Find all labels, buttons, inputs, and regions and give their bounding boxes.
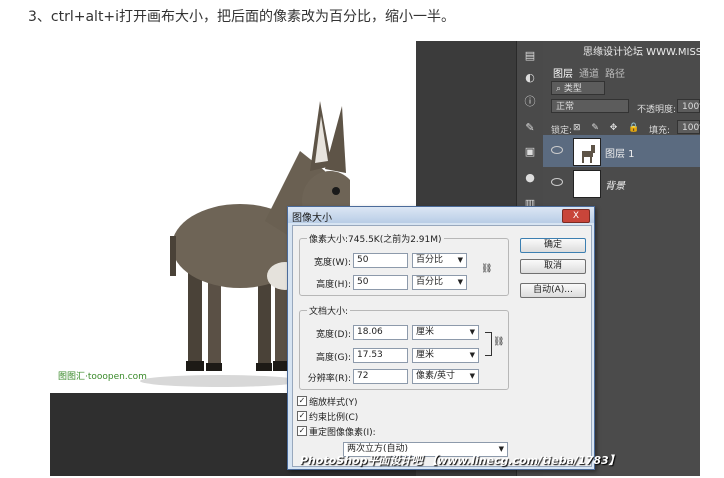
info-icon[interactable]: ⓘ [522,95,538,109]
chevron-down-icon: ▼ [457,256,463,264]
constrain-bracket [485,332,492,356]
blend-mode-select[interactable]: 正常 [551,99,629,113]
layer-name: 背景 [605,181,625,192]
pixel-dimensions-label: 像素大小:745.5K(之前为2.91M) [307,232,444,245]
auto-button[interactable]: 自动(A)... [520,283,586,298]
resample-checkbox[interactable]: ✓ [297,426,307,436]
layer-thumbnail [573,138,601,166]
resolution-input[interactable]: 72 [353,369,408,384]
donkey-thumbnail-icon [582,145,595,163]
chevron-down-icon: ▼ [457,278,463,286]
dialog-title: 图像大小 [292,213,332,224]
chevron-down-icon: ▼ [469,328,475,336]
dialog-titlebar[interactable]: 图像大小 X [288,207,594,224]
resolution-unit-select[interactable]: 像素/英寸 ▼ [412,369,479,384]
doc-height-unit-select[interactable]: 厘米 ▼ [412,348,479,363]
layer-filter-select[interactable]: ⌕ 类型 [551,81,605,95]
fill-input[interactable]: 100% [677,120,700,134]
lock-icons[interactable]: ⊠ ✎ ✥ 🔒 [573,123,643,133]
link-icon: ⛓ [493,337,505,347]
layers-icon[interactable]: ▣ [522,145,538,159]
width-unit-select[interactable]: 百分比 ▼ [412,253,467,268]
width-input[interactable]: 50 [353,253,408,268]
opacity-input[interactable]: 100% [677,99,700,113]
constrain-label: 约束比例(C) [309,413,359,423]
filter-value: 类型 [563,84,582,94]
image-size-dialog: 图像大小 X 像素大小:745.5K(之前为2.91M) 宽度(W): 50 百… [287,206,595,470]
cancel-button[interactable]: 取消 [520,259,586,274]
instruction-text: 3、ctrl+alt+i打开画布大小，把后面的像素改为百分比，缩小一半。 [28,9,456,25]
width-label: 宽度(W): [314,258,351,268]
adjust-icon[interactable]: ◐ [522,71,538,85]
watermark-bottom: PhotoShop平面设计吧 【www.linecg.com/tieba/178… [300,454,620,467]
eye-icon[interactable] [551,146,563,154]
constrain-checkbox[interactable]: ✓ [297,411,307,421]
doc-height-input[interactable]: 17.53 [353,348,408,363]
doc-width-unit-select[interactable]: 厘米 ▼ [412,325,479,340]
resolution-label: 分辨率(R): [307,374,351,384]
doc-width-unit-value: 厘米 [416,327,435,337]
link-icon: ⛓ [481,264,493,274]
doc-width-label: 宽度(D): [316,330,351,340]
height-input[interactable]: 50 [353,275,408,290]
ok-button[interactable]: 确定 [520,238,586,253]
tab-channels[interactable]: 通道 [579,65,599,80]
doc-size-label: 文档大小: [307,304,351,317]
history-icon[interactable]: ▤ [522,49,538,63]
brush-icon[interactable]: ✎ [522,121,538,135]
height-unit-value: 百分比 [416,277,444,287]
eye-icon[interactable] [551,178,563,186]
canvas-logo: 图图汇·tooopen.com [58,372,147,382]
tab-paths[interactable]: 路径 [605,65,625,80]
doc-height-unit-value: 厘米 [416,350,435,360]
tab-layers[interactable]: 图层 [553,65,573,80]
resolution-unit-value: 像素/英寸 [416,371,456,381]
doc-width-input[interactable]: 18.06 [353,325,408,340]
layer-thumbnail [573,170,601,198]
height-unit-select[interactable]: 百分比 ▼ [412,275,467,290]
width-unit-value: 百分比 [416,255,444,265]
dialog-body: 像素大小:745.5K(之前为2.91M) 宽度(W): 50 百分比 ▼ 高度(… [292,225,592,467]
search-icon: ⌕ [556,84,564,94]
watermark-top: 思缘设计论坛 WWW.MISSYUAN.COM [583,47,700,58]
color-icon[interactable]: ● [522,171,538,185]
opacity-label: 不透明度: [637,105,677,115]
layer-row-background[interactable]: 背景 [543,167,700,199]
scale-styles-checkbox[interactable]: ✓ [297,396,307,406]
height-label: 高度(H): [316,280,351,290]
chevron-down-icon: ▼ [469,372,475,380]
chevron-down-icon: ▼ [469,351,475,359]
scale-styles-label: 缩放样式(Y) [309,398,358,408]
layer-name: 图层 1 [605,149,635,160]
close-button[interactable]: X [562,209,590,223]
doc-height-label: 高度(G): [315,353,351,363]
layer-row-layer1[interactable]: 图层 1 [543,135,700,167]
resample-label: 重定图像像素(I): [309,428,376,438]
